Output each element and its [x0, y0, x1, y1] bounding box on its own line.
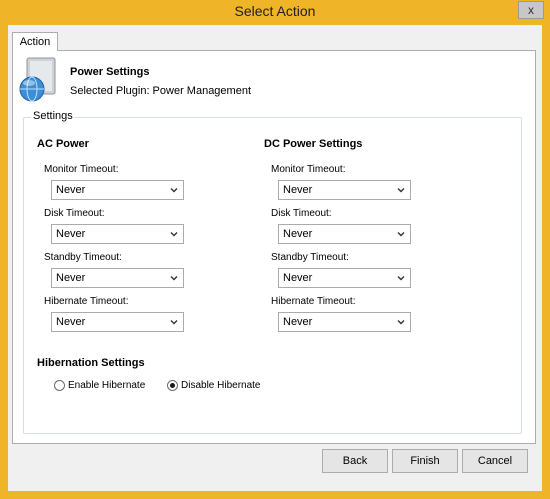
ac-disk-timeout-select[interactable]: Never — [51, 224, 184, 244]
radio-label: Disable Hibernate — [181, 380, 261, 391]
dc-power-title: DC Power Settings — [264, 138, 363, 150]
select-value: Never — [283, 228, 313, 240]
dc-monitor-timeout-select[interactable]: Never — [278, 180, 411, 200]
radio-checked-icon — [167, 380, 178, 391]
settings-legend: Settings — [31, 110, 75, 122]
select-value: Never — [283, 184, 313, 196]
dc-hibernate-timeout-label: Hibernate Timeout: — [271, 296, 356, 307]
select-value: Never — [56, 184, 86, 196]
chevron-down-icon — [397, 232, 405, 237]
ac-disk-timeout-label: Disk Timeout: — [44, 208, 105, 219]
dialog-window: Select Action x Action Power Settings Se… — [0, 0, 550, 499]
dc-standby-timeout-label: Standby Timeout: — [271, 252, 349, 263]
select-value: Never — [56, 316, 86, 328]
select-value: Never — [56, 228, 86, 240]
title-bar[interactable]: Select Action x — [0, 0, 550, 24]
select-value: Never — [56, 272, 86, 284]
settings-groupbox: Settings AC Power Monitor Timeout: Never… — [23, 110, 522, 434]
select-value: Never — [283, 272, 313, 284]
disable-hibernate-radio[interactable]: Disable Hibernate — [167, 380, 261, 391]
chevron-down-icon — [397, 320, 405, 325]
power-plugin-icon — [19, 57, 56, 102]
dc-monitor-timeout-label: Monitor Timeout: — [271, 164, 346, 175]
ac-hibernate-timeout-label: Hibernate Timeout: — [44, 296, 129, 307]
plugin-title: Power Settings — [70, 66, 150, 78]
ac-standby-timeout-select[interactable]: Never — [51, 268, 184, 288]
plugin-subtitle: Selected Plugin: Power Management — [70, 85, 251, 97]
hibernation-settings-title: Hibernation Settings — [37, 357, 145, 369]
cancel-button[interactable]: Cancel — [462, 449, 528, 473]
ac-hibernate-timeout-select[interactable]: Never — [51, 312, 184, 332]
close-button[interactable]: x — [518, 1, 544, 19]
ac-standby-timeout-label: Standby Timeout: — [44, 252, 122, 263]
chevron-down-icon — [170, 320, 178, 325]
dc-hibernate-timeout-select[interactable]: Never — [278, 312, 411, 332]
ac-monitor-timeout-label: Monitor Timeout: — [44, 164, 119, 175]
radio-unchecked-icon — [54, 380, 65, 391]
ac-power-title: AC Power — [37, 138, 89, 150]
dc-standby-timeout-select[interactable]: Never — [278, 268, 411, 288]
chevron-down-icon — [397, 276, 405, 281]
back-button[interactable]: Back — [322, 449, 388, 473]
finish-button[interactable]: Finish — [392, 449, 458, 473]
ac-monitor-timeout-select[interactable]: Never — [51, 180, 184, 200]
close-icon: x — [528, 3, 534, 17]
chevron-down-icon — [170, 276, 178, 281]
chevron-down-icon — [170, 188, 178, 193]
chevron-down-icon — [397, 188, 405, 193]
enable-hibernate-radio[interactable]: Enable Hibernate — [54, 380, 145, 391]
tab-panel: Power Settings Selected Plugin: Power Ma… — [12, 50, 536, 444]
tab-action[interactable]: Action — [12, 32, 58, 51]
window-title: Select Action — [234, 3, 316, 19]
chevron-down-icon — [170, 232, 178, 237]
select-value: Never — [283, 316, 313, 328]
dialog-client-area: Action Power Settings Selected Plugin: P… — [8, 25, 542, 491]
dc-disk-timeout-label: Disk Timeout: — [271, 208, 332, 219]
radio-label: Enable Hibernate — [68, 380, 146, 391]
dc-disk-timeout-select[interactable]: Never — [278, 224, 411, 244]
